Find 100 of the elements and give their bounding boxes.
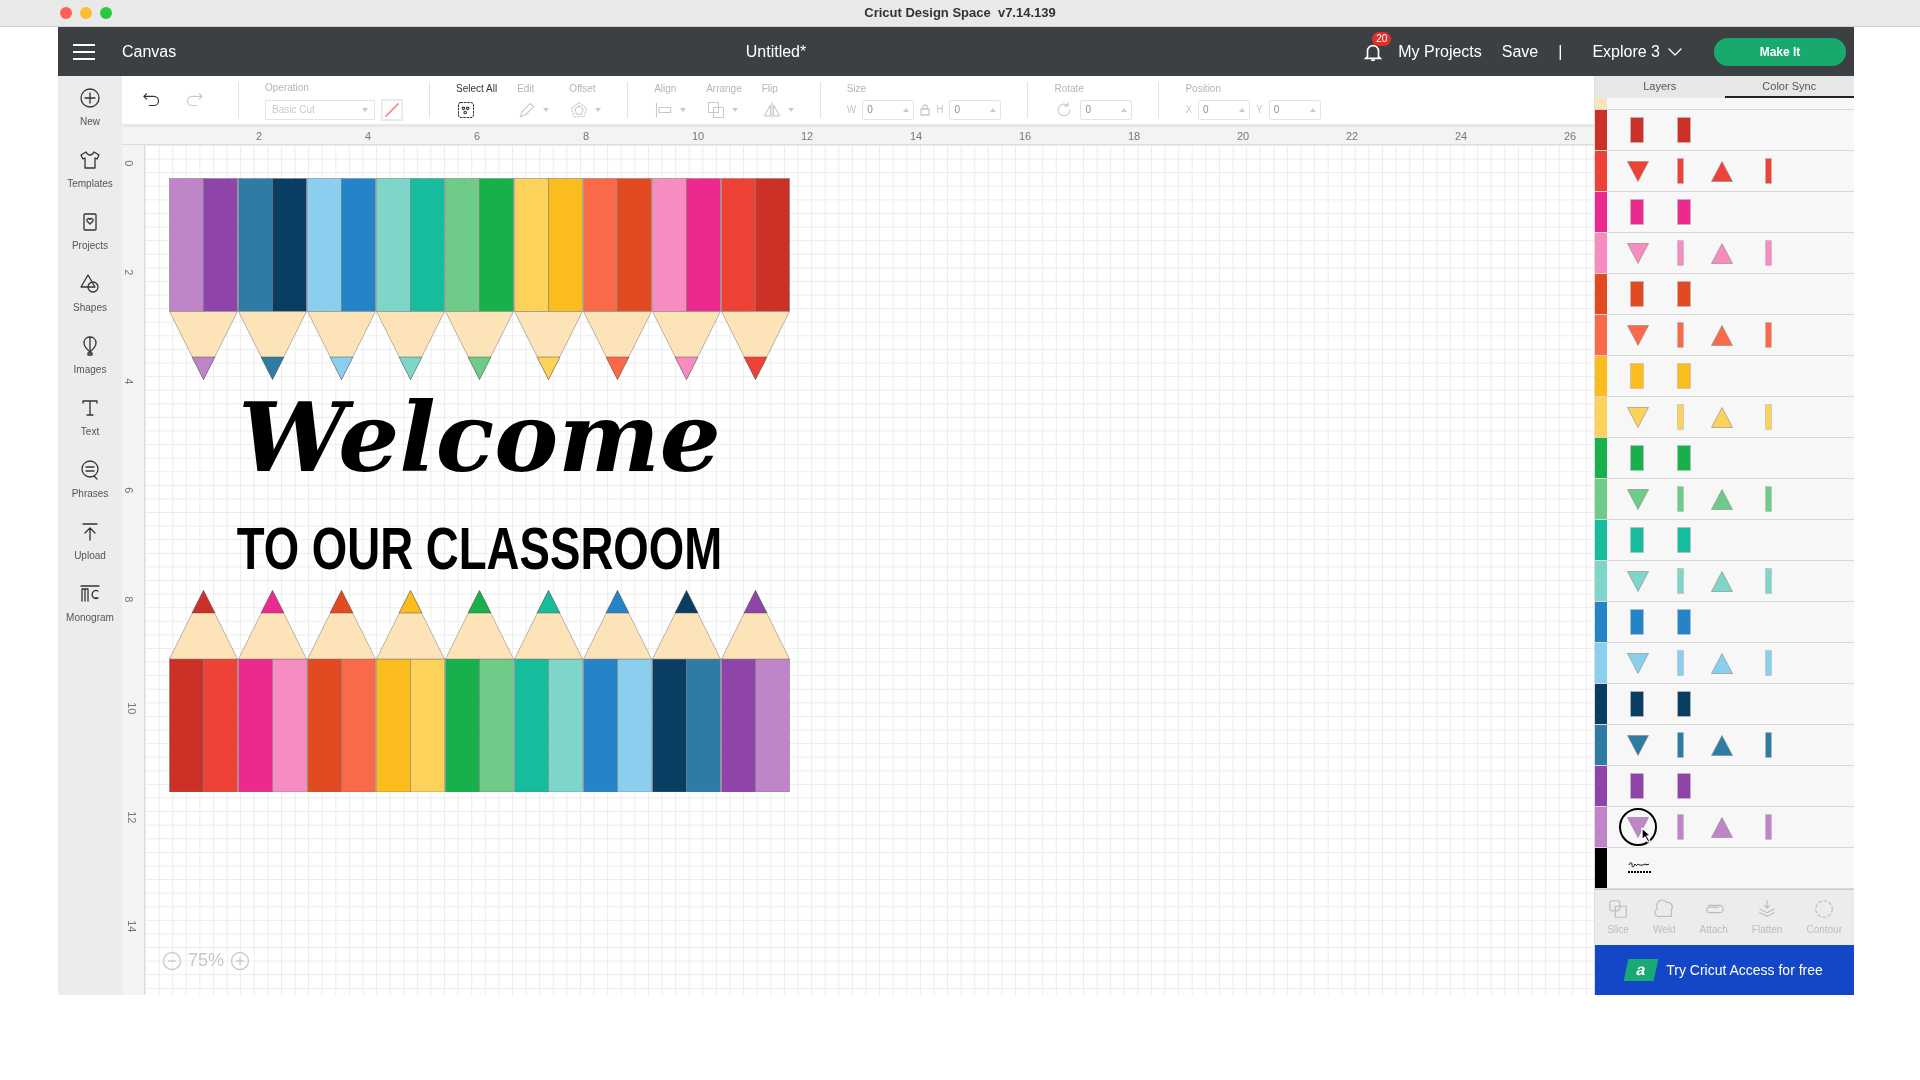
notification-badge: 20	[1372, 31, 1392, 46]
ruler-number: 24	[1455, 129, 1468, 144]
panel-tab[interactable]: Color Sync	[1724, 76, 1854, 98]
bar-thumbnail	[1677, 486, 1684, 512]
ruler-number: 2	[122, 269, 137, 276]
sidebar-item[interactable]: Projects	[58, 210, 122, 253]
ruler-number: 2	[256, 129, 263, 144]
rectangle-thumbnail	[1630, 117, 1644, 143]
triangle-down-thumbnail	[1627, 242, 1649, 264]
sidebar-item[interactable]: Upload	[58, 520, 122, 563]
sidebar-item[interactable]: New	[58, 86, 122, 129]
ruler-number: 12	[801, 129, 814, 144]
triangle-up-thumbnail	[1711, 652, 1733, 674]
my-projects-link[interactable]: My Projects	[1398, 39, 1482, 64]
menu-icon[interactable]	[72, 42, 96, 61]
layer-row[interactable]	[1595, 684, 1854, 725]
rectangle-thumbnail	[1630, 363, 1644, 389]
rectangle-thumbnail	[1630, 445, 1644, 471]
ruler-number: 16	[1019, 129, 1032, 144]
sidebar-item[interactable]: Monogram	[58, 582, 122, 625]
bar-thumbnail	[1677, 322, 1684, 348]
triangle-down-thumbnail	[1627, 160, 1649, 182]
layer-row[interactable]	[1595, 807, 1854, 848]
ruler-number: 10	[692, 129, 705, 144]
rectangle-thumbnail	[1630, 609, 1644, 635]
rectangle-thumbnail	[1677, 609, 1691, 635]
canvas-label: Canvas	[122, 41, 177, 62]
rectangle-thumbnail	[1630, 773, 1644, 799]
select-all-icon[interactable]	[456, 99, 476, 120]
triangle-down-thumbnail	[1627, 652, 1649, 674]
triangle-down-thumbnail	[1627, 488, 1649, 510]
save-link[interactable]: Save	[1501, 39, 1539, 64]
rectangle-thumbnail	[1677, 691, 1691, 717]
triangle-down-thumbnail	[1627, 324, 1649, 346]
bar-thumbnail	[1765, 568, 1772, 594]
bar-thumbnail	[1765, 158, 1772, 184]
bar-thumbnail	[1765, 322, 1772, 348]
triangle-up-thumbnail	[1711, 406, 1733, 428]
ruler-number: 4	[365, 129, 372, 144]
sidebar-item[interactable]: Shapes	[58, 272, 122, 315]
bar-thumbnail	[1677, 814, 1684, 840]
rectangle-thumbnail	[1677, 773, 1691, 799]
tool-label: Size	[846, 81, 867, 96]
tool-label: Rotate	[1054, 81, 1084, 96]
rectangle-thumbnail	[1630, 691, 1644, 717]
sidebar-item[interactable]: Images	[58, 334, 122, 377]
minimize-button[interactable]	[80, 7, 92, 19]
ruler-number: 6	[474, 129, 481, 144]
tool-label: Edit	[517, 81, 535, 96]
ruler-number: 4	[122, 378, 137, 385]
rectangle-thumbnail	[1677, 445, 1691, 471]
cursor-icon	[1641, 827, 1653, 843]
lock-icon[interactable]	[920, 103, 931, 116]
bar-thumbnail	[1677, 240, 1684, 266]
bar-thumbnail	[1677, 650, 1684, 676]
tool-label: Align	[654, 81, 677, 96]
rectangle-thumbnail	[1630, 527, 1644, 553]
triangle-up-thumbnail	[1711, 734, 1733, 756]
ruler-number: 26	[1564, 129, 1577, 144]
triangle-up-thumbnail	[1711, 242, 1733, 264]
tool-label: Select All	[456, 81, 498, 96]
sidebar-item[interactable]: Templates	[58, 148, 122, 191]
document-title: Untitled*	[745, 41, 807, 62]
sidebar-item[interactable]: Text	[58, 396, 122, 439]
bar-thumbnail	[1765, 404, 1772, 430]
ruler-number: 6	[122, 487, 137, 494]
tool-label: Flip	[761, 81, 778, 96]
triangle-up-thumbnail	[1711, 160, 1733, 182]
bar-thumbnail	[1765, 814, 1772, 840]
ruler-number: 22	[1346, 129, 1359, 144]
cricut-access-banner[interactable]: a Try Cricut Access for free	[1595, 945, 1854, 995]
triangle-down-thumbnail	[1627, 570, 1649, 592]
slice-icon	[1607, 898, 1629, 920]
triangle-up-thumbnail	[1711, 816, 1733, 838]
ruler-number: 18	[1128, 129, 1141, 144]
tool-label: Operation	[265, 80, 309, 95]
rectangle-thumbnail	[1677, 199, 1691, 225]
close-button[interactable]	[60, 7, 72, 19]
ruler-number: 14	[910, 129, 923, 144]
ruler-number: 10	[125, 702, 140, 715]
zoom-out-icon[interactable]	[162, 950, 182, 971]
panel-tab[interactable]: Layers	[1595, 76, 1725, 98]
rectangle-thumbnail	[1677, 281, 1691, 307]
ruler-number: 12	[125, 811, 140, 824]
bar-thumbnail	[1765, 732, 1772, 758]
classroom-subtitle: TO OUR CLASSROOM	[236, 514, 723, 584]
triangle-circle-icon	[78, 272, 102, 296]
maximize-button[interactable]	[100, 7, 112, 19]
triangle-up-thumbnail	[1711, 324, 1733, 346]
bar-thumbnail	[1765, 650, 1772, 676]
weld-icon	[1653, 898, 1676, 920]
tool-label: Position	[1185, 81, 1221, 96]
triangle-down-thumbnail	[1627, 734, 1649, 756]
triangle-down-thumbnail	[1627, 816, 1649, 838]
sidebar-item[interactable]: Phrases	[58, 458, 122, 501]
triangle-up-thumbnail	[1711, 570, 1733, 592]
zoom-in-icon[interactable]	[230, 950, 251, 971]
ruler-number: 14	[125, 920, 140, 933]
bar-thumbnail	[1765, 240, 1772, 266]
machine-dropdown[interactable]: Explore 3	[1592, 39, 1682, 64]
